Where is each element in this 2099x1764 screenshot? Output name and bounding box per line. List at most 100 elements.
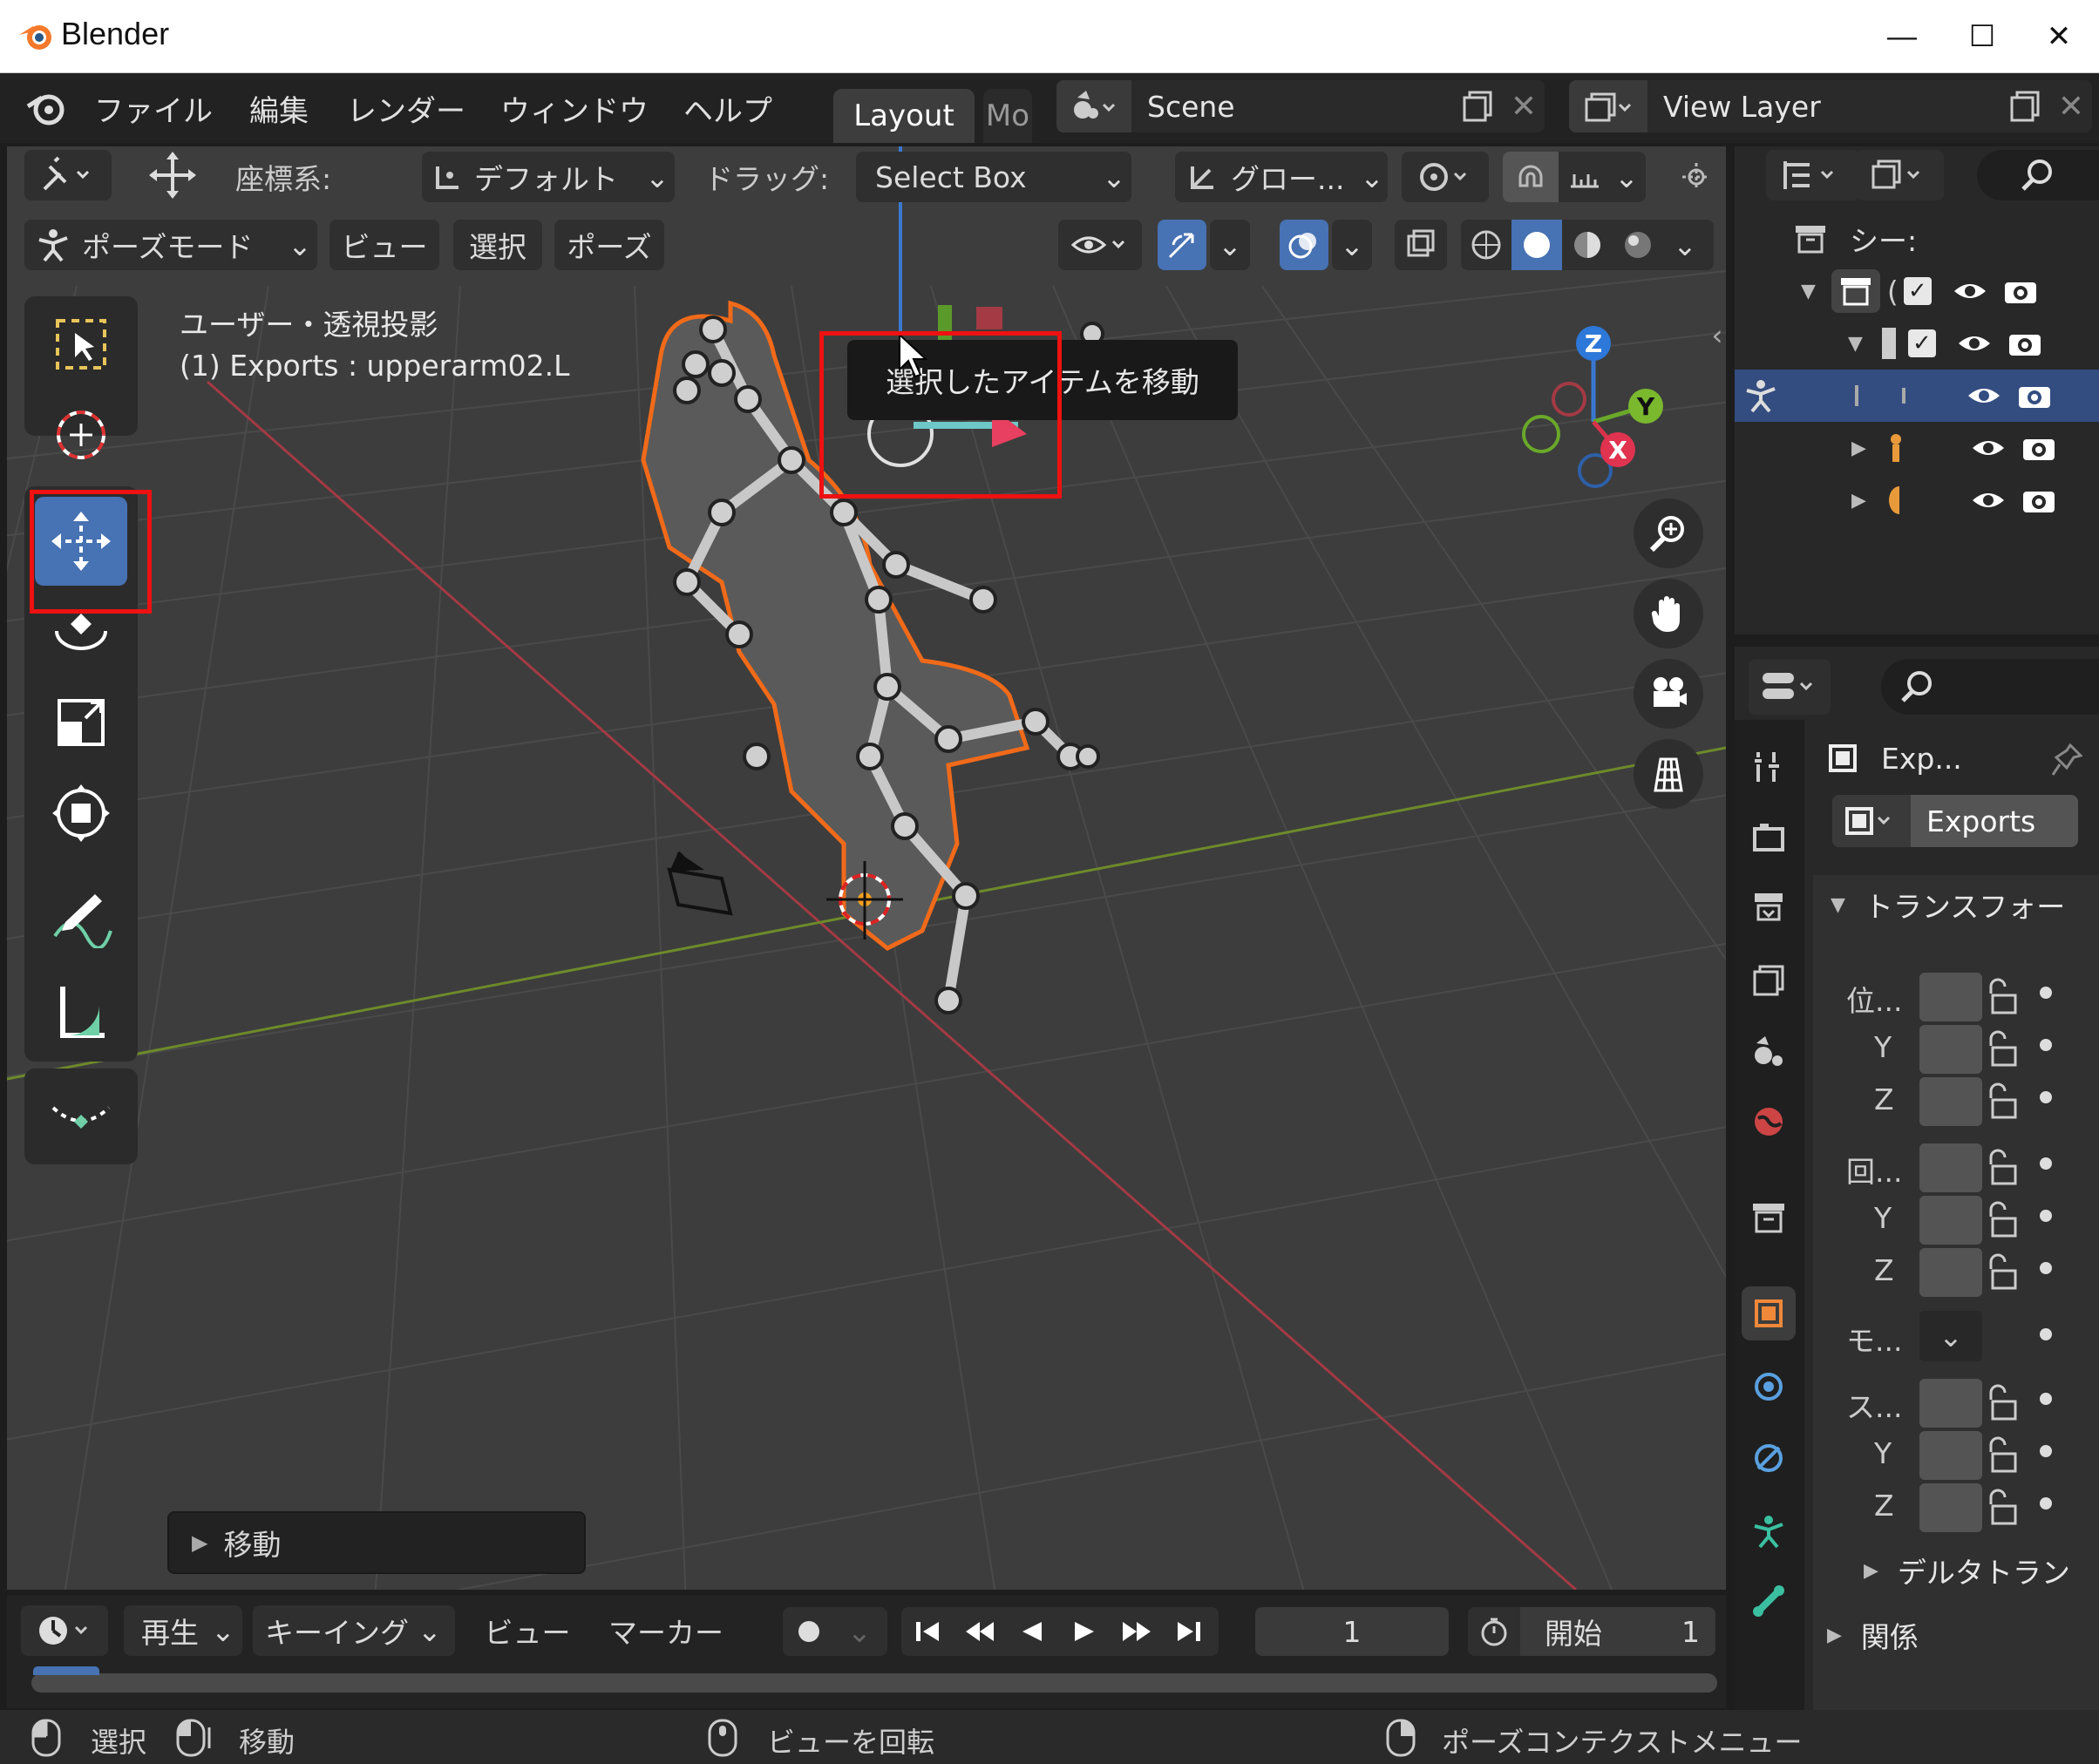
sidebar-toggle-icon[interactable]: ‹ xyxy=(1708,317,1726,352)
select-checkbox[interactable]: ✓ xyxy=(1907,329,1936,357)
solid-shading-icon[interactable] xyxy=(1511,220,1562,270)
properties-search-icon[interactable] xyxy=(1881,659,2099,715)
rotation-z-field[interactable] xyxy=(1919,1248,1982,1297)
keyframe-dot[interactable] xyxy=(2040,1328,2052,1340)
keyframe-dot[interactable] xyxy=(2040,1210,2052,1222)
new-scene-icon[interactable] xyxy=(1454,89,1503,124)
object-data-selector[interactable]: Exports xyxy=(1832,795,2078,847)
menu-file[interactable]: ファイル xyxy=(94,87,213,131)
ortho-grid-icon[interactable] xyxy=(1634,739,1703,809)
modifier-tab-icon[interactable] xyxy=(1742,1360,1796,1414)
menu-window[interactable]: ウィンドウ xyxy=(500,87,649,131)
location-x-field[interactable] xyxy=(1919,973,1982,1021)
lock-icon[interactable] xyxy=(1986,1028,2021,1070)
expand-arrow-icon[interactable]: ▶ xyxy=(1851,438,1866,459)
measure-tool-icon[interactable] xyxy=(35,967,127,1056)
scale-tool-icon[interactable] xyxy=(35,678,127,767)
current-frame-field[interactable]: 1 xyxy=(1255,1607,1449,1656)
outliner-row-mesh[interactable]: ▶ xyxy=(1735,474,2099,526)
outliner-row-armature[interactable]: ▼ ✓ xyxy=(1735,317,2099,370)
tool-settings-icon[interactable] xyxy=(24,150,112,200)
keying-menu[interactable]: キーイング ⌄ xyxy=(253,1605,455,1656)
lock-icon[interactable] xyxy=(1986,1382,2021,1424)
shading-group[interactable]: ⌄ xyxy=(1461,220,1714,270)
view-layer-name[interactable]: View Layer xyxy=(1647,90,2001,124)
next-keyframe-icon[interactable] xyxy=(1111,1618,1163,1645)
keyframe-dot[interactable] xyxy=(2040,1497,2052,1510)
snap-magnet-icon[interactable] xyxy=(1503,152,1559,202)
rendered-shading-icon[interactable] xyxy=(1613,228,1663,261)
play-reverse-icon[interactable] xyxy=(1006,1618,1058,1645)
viewport-menu-pose[interactable]: ポーズ xyxy=(554,220,664,270)
show-gizmo-icon[interactable] xyxy=(1158,220,1206,270)
maximize-button[interactable]: ☐ xyxy=(1942,0,2022,73)
lock-icon[interactable] xyxy=(1986,1199,2021,1241)
render-camera-icon[interactable] xyxy=(2021,486,2056,514)
chevron-down-icon[interactable]: ⌄ xyxy=(1332,220,1372,270)
relax-pose-icon[interactable] xyxy=(35,1070,127,1159)
pin-icon[interactable] xyxy=(2045,737,2089,781)
camera-view-icon[interactable] xyxy=(1634,659,1703,729)
lock-icon[interactable] xyxy=(1986,1435,2021,1476)
delta-transform-header[interactable]: ▶ デルタトラン xyxy=(1864,1544,2097,1597)
prev-keyframe-icon[interactable] xyxy=(954,1618,1006,1645)
keyframe-dot[interactable] xyxy=(2040,1393,2052,1405)
mode-dropdown[interactable]: ポーズモード ⌄ xyxy=(24,220,317,270)
transform-tool-icon[interactable] xyxy=(35,769,127,858)
render-camera-icon[interactable] xyxy=(2003,277,2038,305)
render-camera-icon[interactable] xyxy=(2017,382,2052,410)
timeline-view-menu[interactable]: ビュー xyxy=(472,1605,582,1656)
play-icon[interactable] xyxy=(1058,1618,1111,1645)
minimize-button[interactable]: — xyxy=(1862,0,1942,73)
coord-system-dropdown[interactable]: デフォルト ⌄ xyxy=(422,152,675,202)
keyframe-dot[interactable] xyxy=(2040,1262,2052,1274)
keyframe-dot[interactable] xyxy=(2040,1445,2052,1457)
menu-help[interactable]: ヘルプ xyxy=(683,87,772,131)
object-tab-icon[interactable] xyxy=(1742,1286,1796,1340)
relations-header[interactable]: ▶ 関係 xyxy=(1827,1609,2097,1661)
viewport-menu-view[interactable]: ビュー xyxy=(329,220,439,270)
cursor-tool-icon[interactable] xyxy=(35,390,127,479)
playhead-marker[interactable] xyxy=(33,1666,99,1675)
render-tab-icon[interactable] xyxy=(1742,811,1796,865)
xray-icon[interactable] xyxy=(1395,220,1447,270)
scene-name[interactable]: Scene xyxy=(1131,90,1454,124)
filter-view-layer-icon[interactable] xyxy=(1857,150,1944,200)
editor-type-icon[interactable] xyxy=(1749,659,1831,715)
location-y-field[interactable] xyxy=(1919,1025,1982,1074)
outliner-row-scene[interactable]: シー: xyxy=(1735,213,2099,265)
frame-start-field[interactable]: 開始 1 xyxy=(1468,1607,1715,1656)
drag-dropdown[interactable]: Select Box ⌄ xyxy=(856,152,1131,202)
snap-increment-icon[interactable] xyxy=(1559,164,1611,190)
view-layer-tab-icon[interactable] xyxy=(1742,953,1796,1008)
render-camera-icon[interactable] xyxy=(2021,434,2056,462)
playback-controls[interactable] xyxy=(901,1607,1219,1656)
wireframe-shading-icon[interactable] xyxy=(1461,228,1511,261)
last-operator-panel[interactable]: ▶ 移動 xyxy=(167,1511,586,1574)
transform-panel-header[interactable]: ▼ トランスフォー xyxy=(1831,879,2092,931)
exclude-checkbox[interactable]: ✓ xyxy=(1903,277,1932,305)
auto-keying-group[interactable]: ⌄ xyxy=(783,1607,887,1656)
pan-hand-icon[interactable] xyxy=(1634,579,1703,648)
remove-view-layer-icon[interactable]: ✕ xyxy=(2050,89,2092,125)
lock-icon[interactable] xyxy=(1986,1147,2021,1189)
show-overlays-icon[interactable] xyxy=(1280,220,1328,270)
render-camera-icon[interactable] xyxy=(2007,329,2042,357)
outliner-row-bones[interactable]: ▶ xyxy=(1735,422,2099,474)
menu-render[interactable]: レンダー xyxy=(347,87,465,131)
timeline-editor-icon[interactable] xyxy=(21,1605,108,1656)
keyframe-dot[interactable] xyxy=(2040,1157,2052,1170)
outliner-row-pose-selected[interactable] xyxy=(1735,370,2099,422)
eye-icon[interactable] xyxy=(1967,383,2001,408)
keyframe-dot[interactable] xyxy=(2040,1039,2052,1051)
output-tab-icon[interactable] xyxy=(1742,880,1796,934)
keyframe-dot[interactable] xyxy=(2040,1091,2052,1103)
world-tab-icon[interactable] xyxy=(1742,1095,1796,1149)
stopwatch-icon[interactable] xyxy=(1468,1607,1520,1656)
outliner-search-icon[interactable] xyxy=(1977,150,2099,200)
lock-icon[interactable] xyxy=(1986,1081,2021,1123)
eye-icon[interactable] xyxy=(1971,436,2006,460)
zoom-icon[interactable] xyxy=(1634,499,1703,568)
jump-start-icon[interactable] xyxy=(901,1618,954,1645)
expand-arrow-icon[interactable]: ▼ xyxy=(1801,281,1816,302)
